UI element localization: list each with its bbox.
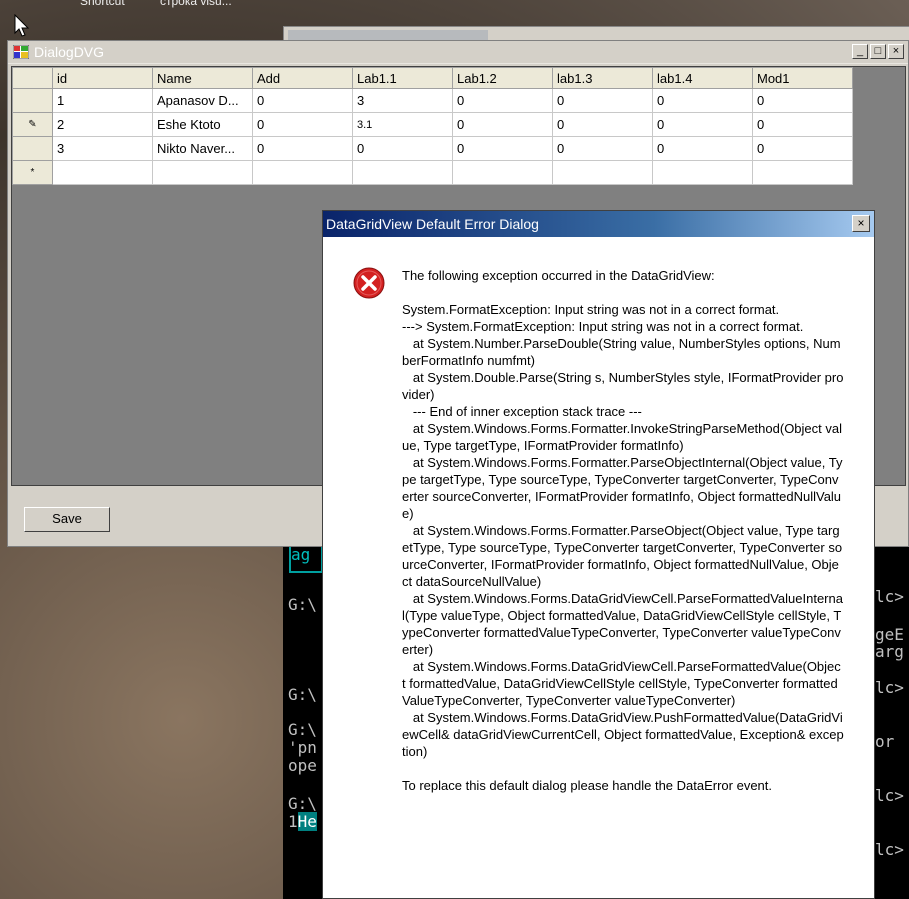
window-titlebar[interactable]: DialogDVG _ □ × [8,41,908,64]
grid-cell[interactable]: 0 [552,88,653,113]
close-button[interactable]: × [888,44,904,59]
row-header[interactable] [12,88,53,113]
grid-corner-header[interactable] [12,67,53,89]
error-dialog-titlebar[interactable]: DataGridView Default Error Dialog × [323,211,874,237]
column-header[interactable]: lab1.4 [652,67,753,89]
console-header-box: ag [289,545,323,573]
grid-cell[interactable]: 0 [452,136,553,161]
console-line: ope [288,756,317,775]
table-row: ✎ 2 Eshe Ktoto 0 3.1 0 0 0 0 [12,112,853,137]
error-details: System.FormatException: Input string was… [402,302,844,759]
console-line: G:\ [288,595,317,614]
grid-cell[interactable] [452,160,553,185]
grid-cell[interactable]: 0 [752,112,853,137]
grid-cell[interactable]: 0 [652,88,753,113]
grid-cell[interactable]: 2 [52,112,153,137]
mouse-cursor-icon [14,14,30,37]
row-header-editing[interactable]: ✎ [12,112,53,137]
window-title: DialogDVG [34,44,105,60]
grid-table: id Name Add Lab1.1 Lab1.2 lab1.3 lab1.4 … [12,67,853,185]
grid-cell[interactable]: 0 [752,88,853,113]
table-row-new: * [12,160,853,185]
grid-cell[interactable]: 0 [452,112,553,137]
grid-cell[interactable]: 0 [252,88,353,113]
grid-cell[interactable]: 0 [652,112,753,137]
grid-cell[interactable] [252,160,353,185]
row-header-new[interactable]: * [12,160,53,185]
column-header[interactable]: lab1.3 [552,67,653,89]
grid-cell[interactable]: Nikto Naver... [152,136,253,161]
console-line: 'pn [288,738,317,757]
grid-cell[interactable]: 0 [252,136,353,161]
grid-cell[interactable] [652,160,753,185]
grid-cell[interactable]: Apanasov D... [152,88,253,113]
table-row: 3 Nikto Naver... 0 0 0 0 0 0 [12,136,853,161]
app-icon [13,45,29,59]
maximize-button[interactable]: □ [870,44,886,59]
error-message: The following exception occurred in the … [402,267,844,794]
grid-cell[interactable] [752,160,853,185]
desktop-icon-label[interactable]: Shortcut [80,0,125,8]
grid-cell-editing[interactable]: 3.1 [352,112,453,137]
column-header[interactable]: Lab1.1 [352,67,453,89]
column-header[interactable]: Add [252,67,353,89]
column-header[interactable]: Name [152,67,253,89]
save-button[interactable]: Save [24,507,110,532]
column-header[interactable]: Lab1.2 [452,67,553,89]
console-line: or [875,732,895,751]
error-dialog-title: DataGridView Default Error Dialog [326,216,539,232]
console-line: lc> [875,786,904,805]
grid-cell[interactable] [52,160,153,185]
console-line: 1He [288,812,317,831]
error-intro: The following exception occurred in the … [402,268,715,283]
console-line: G:\ [288,720,317,739]
error-icon [353,267,385,299]
grid-cell[interactable]: 0 [652,136,753,161]
console-line: arg [875,642,904,661]
console-line: G:\ [288,794,317,813]
grid-cell[interactable]: 3 [352,88,453,113]
grid-cell[interactable] [152,160,253,185]
column-header[interactable]: id [52,67,153,89]
error-footer: To replace this default dialog please ha… [402,778,773,793]
close-button[interactable]: × [852,215,870,232]
grid-cell[interactable] [552,160,653,185]
grid-cell[interactable]: 3 [52,136,153,161]
grid-cell[interactable]: 0 [552,112,653,137]
grid-cell[interactable]: 0 [352,136,453,161]
console-line: G:\ [288,685,317,704]
grid-cell[interactable]: 0 [252,112,353,137]
grid-header-row: id Name Add Lab1.1 Lab1.2 lab1.3 lab1.4 … [12,67,853,89]
grid-cell[interactable]: 0 [752,136,853,161]
console-line: lc> [875,587,904,606]
console-line: lc> [875,678,904,697]
desktop-icon-label[interactable]: строка visu... [160,0,232,8]
column-header[interactable]: Mod1 [752,67,853,89]
grid-cell[interactable]: 1 [52,88,153,113]
minimize-button[interactable]: _ [852,44,868,59]
grid-cell[interactable]: 0 [552,136,653,161]
table-row: 1 Apanasov D... 0 3 0 0 0 0 [12,88,853,113]
console-line: lc> [875,840,904,859]
row-header[interactable] [12,136,53,161]
grid-cell[interactable] [352,160,453,185]
grid-cell[interactable]: 0 [452,88,553,113]
grid-cell[interactable]: Eshe Ktoto [152,112,253,137]
error-dialog: DataGridView Default Error Dialog × The … [322,210,875,899]
